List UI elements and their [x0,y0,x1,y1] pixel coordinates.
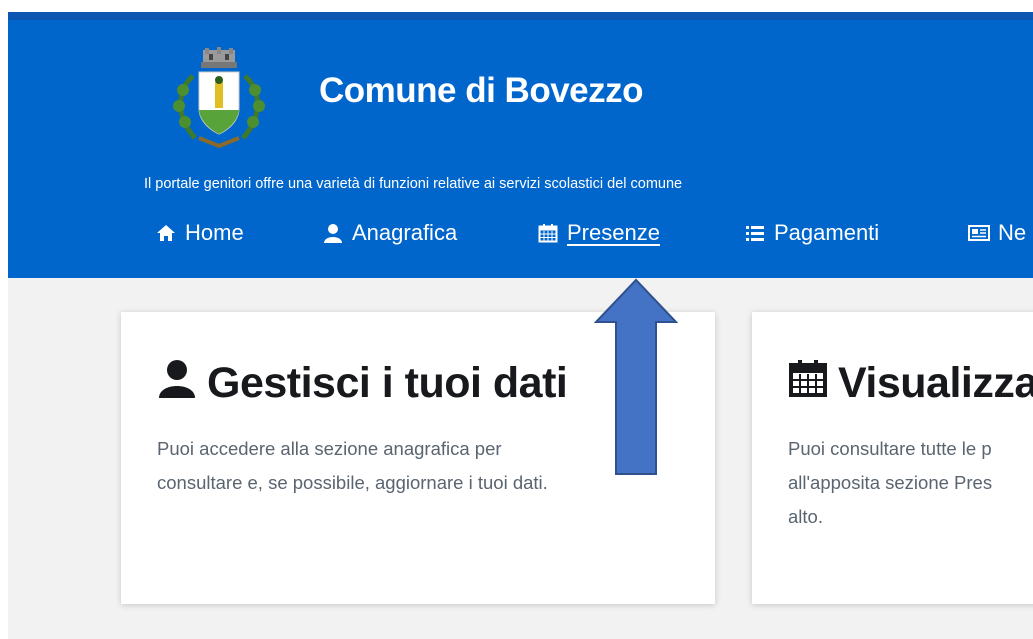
annotation-arrow-up-icon [594,278,678,475]
nav-home-label: Home [185,220,244,245]
card-text-line: alto. [788,506,823,527]
card-text-line: all'apposita sezione Pres [788,472,993,493]
user-icon [157,358,197,409]
calendar-icon [537,222,559,244]
main-nav: Home Anagrafica Presenze Pagamenti Ne [155,220,1033,250]
card-title-text: Gestisci i tuoi dati [207,359,568,407]
nav-pagamenti-label: Pagamenti [774,220,880,245]
card-title: Visualizza [788,358,1033,409]
nav-anagrafica[interactable]: Anagrafica [322,220,457,246]
header-top-shade [8,12,1033,20]
site-title[interactable]: Comune di Bovezzo [319,71,644,111]
card-title-text: Visualizza [838,359,1033,407]
nav-home[interactable]: Home [155,220,244,246]
home-icon [155,222,177,244]
card-view-attendance[interactable]: Visualizza Puoi consultare tutte le p al… [752,312,1033,604]
user-icon [322,222,344,244]
card-description: Puoi consultare tutte le p all'apposita … [788,432,1033,534]
nav-presenze-label: Presenze [567,220,660,245]
coat-of-arms-logo [173,47,265,149]
list-icon [744,222,766,244]
nav-news-label: Ne [998,220,1027,245]
card-text-line: Puoi consultare tutte le p [788,438,992,459]
nav-news[interactable]: Ne [968,220,1026,246]
nav-presenze[interactable]: Presenze [537,220,660,246]
nav-pagamenti[interactable]: Pagamenti [744,220,879,246]
newspaper-icon [968,222,990,244]
site-tagline: Il portale genitori offre una varietà di… [144,176,683,192]
nav-anagrafica-label: Anagrafica [352,220,458,245]
card-title: Gestisci i tuoi dati [157,358,568,409]
calendar-icon [788,358,828,409]
